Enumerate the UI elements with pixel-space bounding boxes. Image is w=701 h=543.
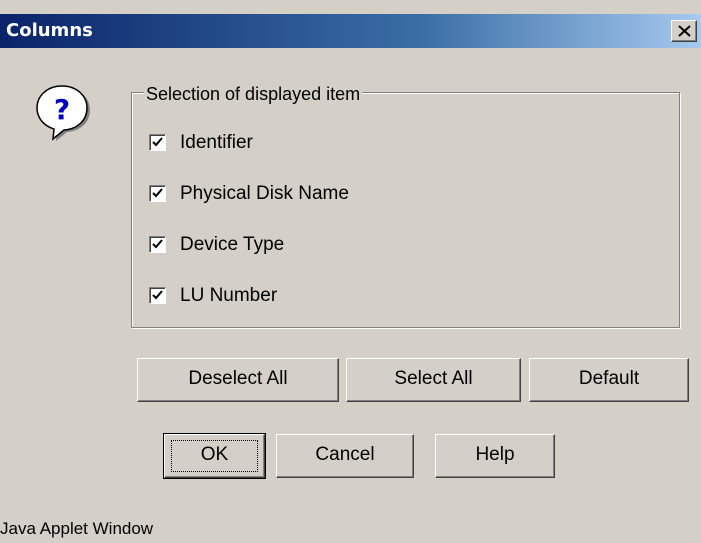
cancel-button[interactable]: Cancel [276,434,414,478]
identifier-label: Identifier [180,132,253,153]
close-button[interactable] [671,20,697,42]
ok-label: OK [200,444,229,465]
physical-disk-name-checkbox[interactable] [149,185,166,202]
device-type-checkbox[interactable] [149,236,166,253]
ok-button[interactable]: OK [163,433,266,479]
checkmark-icon [152,239,163,249]
group-legend: Selection of displayed item [144,84,363,104]
lu-number-checkbox[interactable] [149,287,166,304]
select-all-button[interactable]: Select All [346,358,521,402]
physical-disk-name-label: Physical Disk Name [180,183,349,204]
device-type-label: Device Type [180,234,285,255]
question-glyph: ? [54,93,70,126]
window-title: Columns [6,20,93,41]
lu-number-label: LU Number [180,285,278,306]
deselect-all-label: Deselect All [188,368,288,389]
deselect-all-button[interactable]: Deselect All [137,358,339,402]
default-label: Default [578,368,640,389]
title-bar[interactable]: Columns [0,14,701,48]
default-button[interactable]: Default [529,358,689,402]
checkmark-icon [152,290,163,300]
checkmark-icon [152,188,163,198]
help-button[interactable]: Help [435,434,555,478]
applet-status-text: Java Applet Window [0,519,154,538]
checkmark-icon [152,137,163,147]
help-label: Help [475,444,515,465]
columns-dialog: Columns ? Selection of displayed item Id… [0,0,701,543]
select-all-label: Select All [394,368,473,389]
close-icon [678,25,691,37]
identifier-checkbox[interactable] [149,134,166,151]
cancel-label: Cancel [315,444,375,465]
question-icon: ? [36,85,90,141]
